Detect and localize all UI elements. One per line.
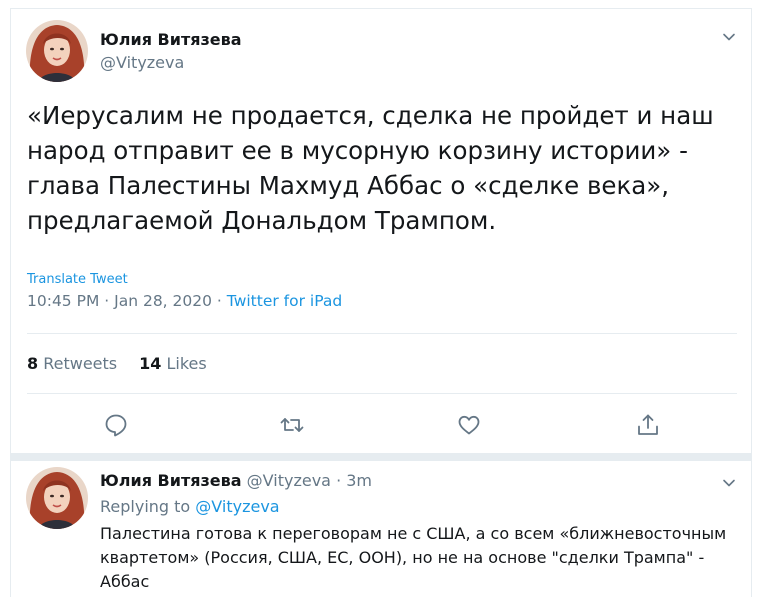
share-button[interactable] [635,412,661,438]
divider [27,333,737,334]
tweet-date[interactable]: Jan 28, 2020 [114,292,212,310]
reply-button[interactable] [103,412,129,438]
replying-to-handle[interactable]: @Vityzeva [195,497,279,516]
reply-author-handle[interactable]: @Vityzeva [247,471,331,490]
meta-separator: · [216,292,222,310]
reply-header: Юлия Витязева @Vityzeva · 3m [100,471,372,490]
tweet-meta: 10:45 PM · Jan 28, 2020 · Twitter for iP… [27,292,342,310]
retweet-arrows-icon [280,418,304,432]
chevron-down-icon[interactable] [721,29,737,45]
replying-label: Replying to [100,497,191,516]
retweets-label: Retweets [43,354,118,373]
reply-time[interactable]: 3m [346,471,372,490]
meta-separator: · [336,471,342,490]
author-handle[interactable]: @Vityzeva [100,53,184,72]
likes-count: 14 [139,354,162,373]
like-button[interactable] [456,412,482,438]
tweet-stats: 8 Retweets 14 Likes [27,354,207,373]
speech-bubble-icon [105,414,127,437]
reply-author-name[interactable]: Юлия Витязева [100,471,242,490]
heart-icon [458,415,480,435]
author-name[interactable]: Юлия Витязева [100,30,242,49]
share-upload-icon [638,414,658,435]
reply-text: Палестина готова к переговорам не с США,… [100,524,727,591]
meta-separator: · [104,292,110,310]
tweet-text: «Иерусалим не продается, сделка не пройд… [27,101,714,235]
likes-stat[interactable]: 14 Likes [139,354,207,373]
retweets-count: 8 [27,354,39,373]
reply-author-avatar[interactable] [26,467,88,529]
retweet-button[interactable] [279,412,305,438]
tweet-time[interactable]: 10:45 PM [27,292,99,310]
retweets-stat[interactable]: 8 Retweets [27,354,117,373]
replying-to-line: Replying to @Vityzeva [100,497,280,516]
chevron-down-icon[interactable] [721,475,737,491]
tweet-source-link[interactable]: Twitter for iPad [227,292,342,310]
divider [27,393,737,394]
translate-tweet-link[interactable]: Translate Tweet [27,272,128,287]
section-divider [11,453,751,461]
likes-label: Likes [166,354,207,373]
author-avatar[interactable] [26,20,88,82]
